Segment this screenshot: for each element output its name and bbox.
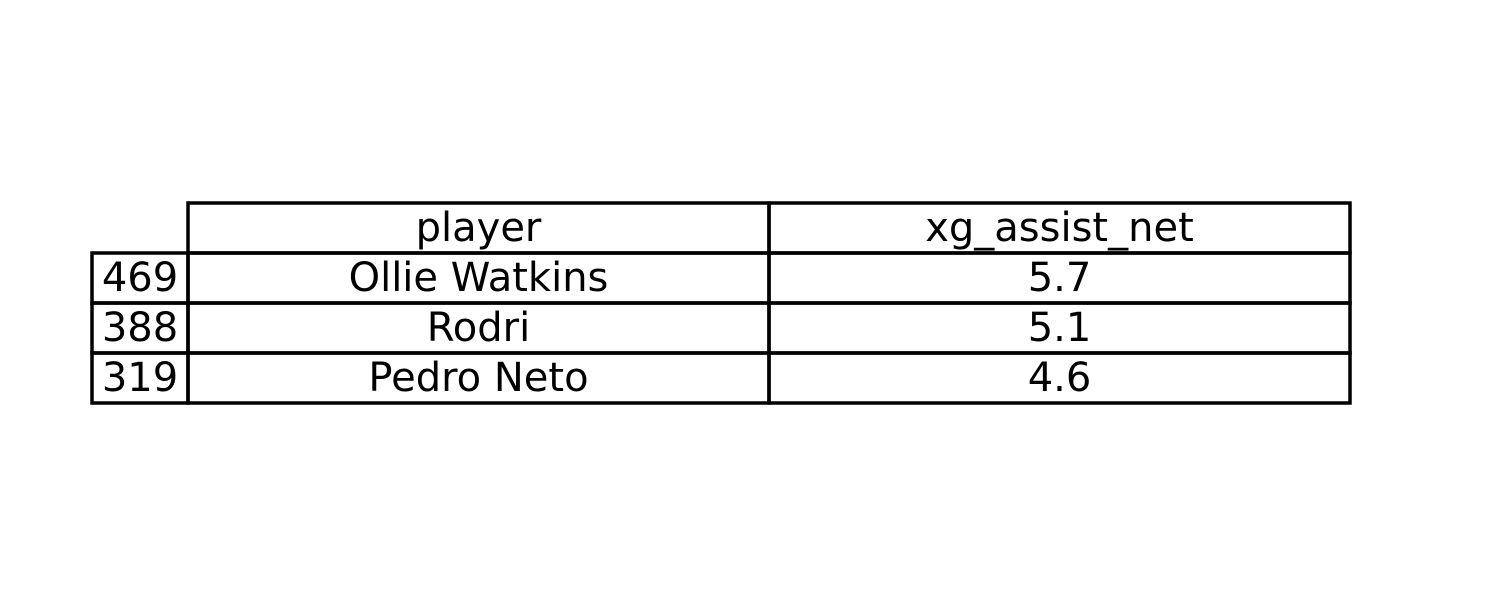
row-index-label: 469	[102, 255, 178, 301]
xg-assist-net-value: 5.7	[1028, 255, 1092, 301]
player-name: Ollie Watkins	[349, 255, 609, 301]
xg-assist-net-value: 4.6	[1028, 355, 1092, 401]
column-header-xg-assist-net: xg_assist_net	[925, 205, 1194, 251]
row-index-label: 319	[102, 355, 178, 401]
player-name: Pedro Neto	[368, 355, 588, 401]
column-header-player: player	[416, 205, 542, 251]
row-index-label: 388	[102, 305, 178, 351]
xg-assist-net-value: 5.1	[1028, 305, 1092, 351]
player-name: Rodri	[427, 305, 530, 351]
table-figure: player xg_assist_net 469 Ollie Watkins 5.7 38…	[90, 201, 1352, 405]
